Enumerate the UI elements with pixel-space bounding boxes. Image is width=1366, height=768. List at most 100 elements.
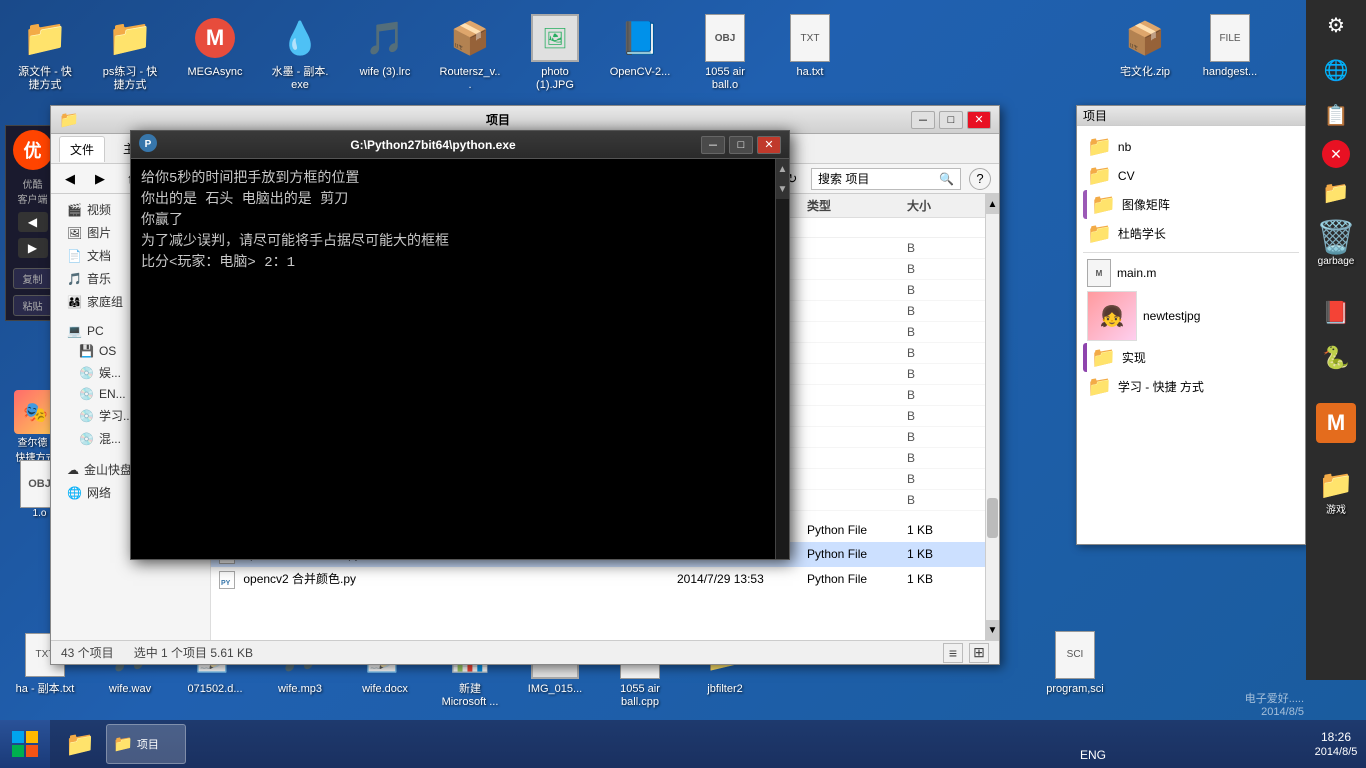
python-terminal-window: P G:\Python27bit64\python.exe － □ ✕ 给你5秒… [130, 130, 790, 560]
right-panel: ⚙ 🌐 📋 ✕ 📁 🗑️ garbage 📕 🐍 M 📁 游戏 [1306, 0, 1366, 680]
rp-icon-5[interactable]: 📁 [1316, 173, 1356, 213]
rp-icon-4[interactable]: ✕ [1322, 140, 1350, 168]
paste-btn[interactable]: 粘贴 [13, 295, 53, 316]
one-o-label: 1.o [33, 508, 47, 519]
fe-items-count: 43 个项目 [61, 644, 114, 661]
disk-icon-os: 💾 [79, 344, 94, 358]
rfe-item-nb[interactable]: 📁 nb [1083, 132, 1299, 161]
document-icon: 📄 [67, 249, 82, 263]
py-close-btn[interactable]: ✕ [757, 136, 781, 154]
py-scroll-up[interactable]: ▲ [776, 159, 789, 179]
picture-icon: 🖼 [67, 226, 82, 240]
py-title: G:\Python27bit64\python.exe [165, 138, 701, 152]
rfe-item-newtest[interactable]: 👧 newtestjpg [1083, 289, 1299, 343]
py-scroll-down[interactable]: ▼ [776, 179, 789, 199]
rfe-folder-icon-du: 📁 [1087, 221, 1112, 246]
fe-scrollbar[interactable]: ▲ ▼ [985, 194, 999, 640]
icon-wife-lrc[interactable]: 🎵 wife (3).lrc [350, 10, 420, 96]
watermark: 电子爱好..... 2014/8/5 [1245, 690, 1304, 718]
python-icon-right[interactable]: 🐍 [1316, 338, 1356, 378]
taskbar-item-label: 项目 [137, 736, 159, 752]
icon-pslixi[interactable]: 📁 ps练习 - 快捷方式 [95, 10, 165, 96]
cloud-icon: ☁ [67, 463, 79, 477]
icon-ha-txt[interactable]: TXT ha.txt [775, 10, 845, 96]
icon-megasync[interactable]: M MEGAsync [180, 10, 250, 96]
rfe-divider [1083, 252, 1299, 253]
py-minimize-btn[interactable]: － [701, 136, 725, 154]
py-line-0: 给你5秒的时间把手放到方框的位置 [141, 169, 765, 190]
svg-text:P: P [145, 139, 152, 150]
py-maximize-btn[interactable]: □ [729, 136, 753, 154]
taskbar-fe-icon[interactable]: 📁 [58, 724, 102, 764]
rfe-folder-icon-xuexi: 📁 [1087, 374, 1112, 399]
icon-opencv[interactable]: 📘 OpenCV-2... [605, 10, 675, 96]
tray-time: 18:26 [1321, 730, 1351, 744]
rp-icon-3[interactable]: 📋 [1316, 95, 1356, 135]
garbage-desktop[interactable]: 🗑️ garbage [1312, 218, 1360, 278]
rfe-item-mainm[interactable]: M main.m [1083, 257, 1299, 289]
scroll-thumb[interactable] [987, 498, 998, 538]
view-tile-btn[interactable]: ⊞ [969, 643, 989, 663]
col-size[interactable]: 大小 [907, 197, 977, 214]
py-body: 给你5秒的时间把手放到方框的位置 你出的是 石头 电脑出的是 剪刀 你赢了 为了… [131, 159, 789, 559]
search-icon[interactable]: 🔍 [939, 172, 954, 186]
system-tray: 18:26 2014/8/5 [1306, 720, 1366, 768]
fe-close-btn[interactable]: ✕ [967, 111, 991, 129]
fe-tab-file[interactable]: 文件 [59, 136, 105, 162]
youku-icon[interactable]: 优 [13, 130, 53, 170]
file-explorer-title: 项目 [85, 111, 911, 128]
fe-fwd-btn[interactable]: ▶ [89, 168, 111, 190]
rfe-folder-icon-matrix: 📁 [1091, 192, 1116, 217]
garbage-label: garbage [1318, 256, 1355, 267]
view-details-btn[interactable]: ≡ [943, 643, 963, 663]
pdf-icon[interactable]: 📕 [1316, 293, 1356, 333]
start-button[interactable] [0, 720, 50, 768]
icon-zhaiwenhua[interactable]: 📦 宅文化.zip [1110, 10, 1180, 96]
fe-search-text: 搜索 项目 [818, 170, 869, 187]
taskbar-item-explorer[interactable]: 📁 项目 [106, 724, 186, 764]
desktop: ⚙ 🌐 📋 ✕ 📁 🗑️ garbage 📕 🐍 M 📁 游戏 📁 源文件 - … [0, 0, 1366, 768]
rfe-item-shixian[interactable]: 📁 实现 [1083, 343, 1299, 372]
rfe-item-matrix[interactable]: 📁 图像矩阵 [1083, 190, 1299, 219]
disk-icon-hun: 💿 [79, 432, 94, 446]
matlab-desktop-icon[interactable]: M [1312, 403, 1360, 463]
icon-shuihu[interactable]: 💧 水墨 - 副本.exe [265, 10, 335, 96]
icon-program-sci[interactable]: SCI program,sci [1040, 627, 1110, 713]
pc-icon: 💻 [67, 324, 82, 338]
youku-fwd[interactable]: ▶ [18, 238, 48, 258]
taskbar-icons: 📁 📁 项目 [50, 720, 194, 768]
rfe-item-duhaoxuechang[interactable]: 📁 杜皓学长 [1083, 219, 1299, 248]
icon-airball-o[interactable]: OBJ 1055 airball.o [690, 10, 760, 96]
py-scrollbar[interactable]: ▲ ▼ [775, 159, 789, 559]
file-row-2[interactable]: PY opencv2 合并颜色.py 2014/7/29 13:53 Pytho… [211, 567, 985, 592]
scroll-down-btn[interactable]: ▼ [986, 620, 999, 640]
fe-view-controls: ≡ ⊞ [943, 643, 989, 663]
rfe-item-cv[interactable]: 📁 CV [1083, 161, 1299, 190]
fe-help-btn[interactable]: ? [969, 168, 991, 190]
col-type[interactable]: 类型 [807, 197, 907, 214]
fe-maximize-btn[interactable]: □ [939, 111, 963, 129]
icon-handgest[interactable]: FILE handgest... [1195, 10, 1265, 96]
disk-icon-xuexi: 💿 [79, 409, 94, 423]
fe-minimize-btn[interactable]: － [911, 111, 935, 129]
m-file-icon: M [1087, 259, 1111, 287]
icon-photo-jpg[interactable]: 🖼 photo(1).JPG [520, 10, 590, 96]
youku-back[interactable]: ◀ [18, 212, 48, 232]
icon-routersz[interactable]: 📦 Routersz_v... [435, 10, 505, 96]
rfe-folder-icon-nb: 📁 [1087, 134, 1112, 159]
py-line-6: 为了减少误判，请尽可能将手占据尽可能大的框框 [141, 232, 765, 253]
youxi-icon[interactable]: 📁 游戏 [1312, 468, 1360, 528]
fe-back-btn[interactable]: ◀ [59, 168, 81, 190]
homegroup-icon: 👨‍👩‍👧 [67, 295, 82, 309]
copy-btn[interactable]: 复制 [13, 268, 53, 289]
rp-icon-1[interactable]: ⚙ [1316, 5, 1356, 45]
watermark-site: 电子爱好..... [1245, 690, 1304, 706]
icon-yuanjian[interactable]: 📁 源文件 - 快捷方式 [10, 10, 80, 96]
rp-icon-2[interactable]: 🌐 [1316, 50, 1356, 90]
py-file-icon-2: PY [219, 571, 235, 589]
fe-search[interactable]: 搜索 项目 🔍 [811, 168, 961, 190]
py-titlebar: P G:\Python27bit64\python.exe － □ ✕ [131, 131, 789, 159]
scroll-up-btn[interactable]: ▲ [986, 194, 999, 214]
lang-indicator: ENG [1080, 748, 1106, 762]
rfe-item-xuexi[interactable]: 📁 学习 - 快捷 方式 [1083, 372, 1299, 401]
